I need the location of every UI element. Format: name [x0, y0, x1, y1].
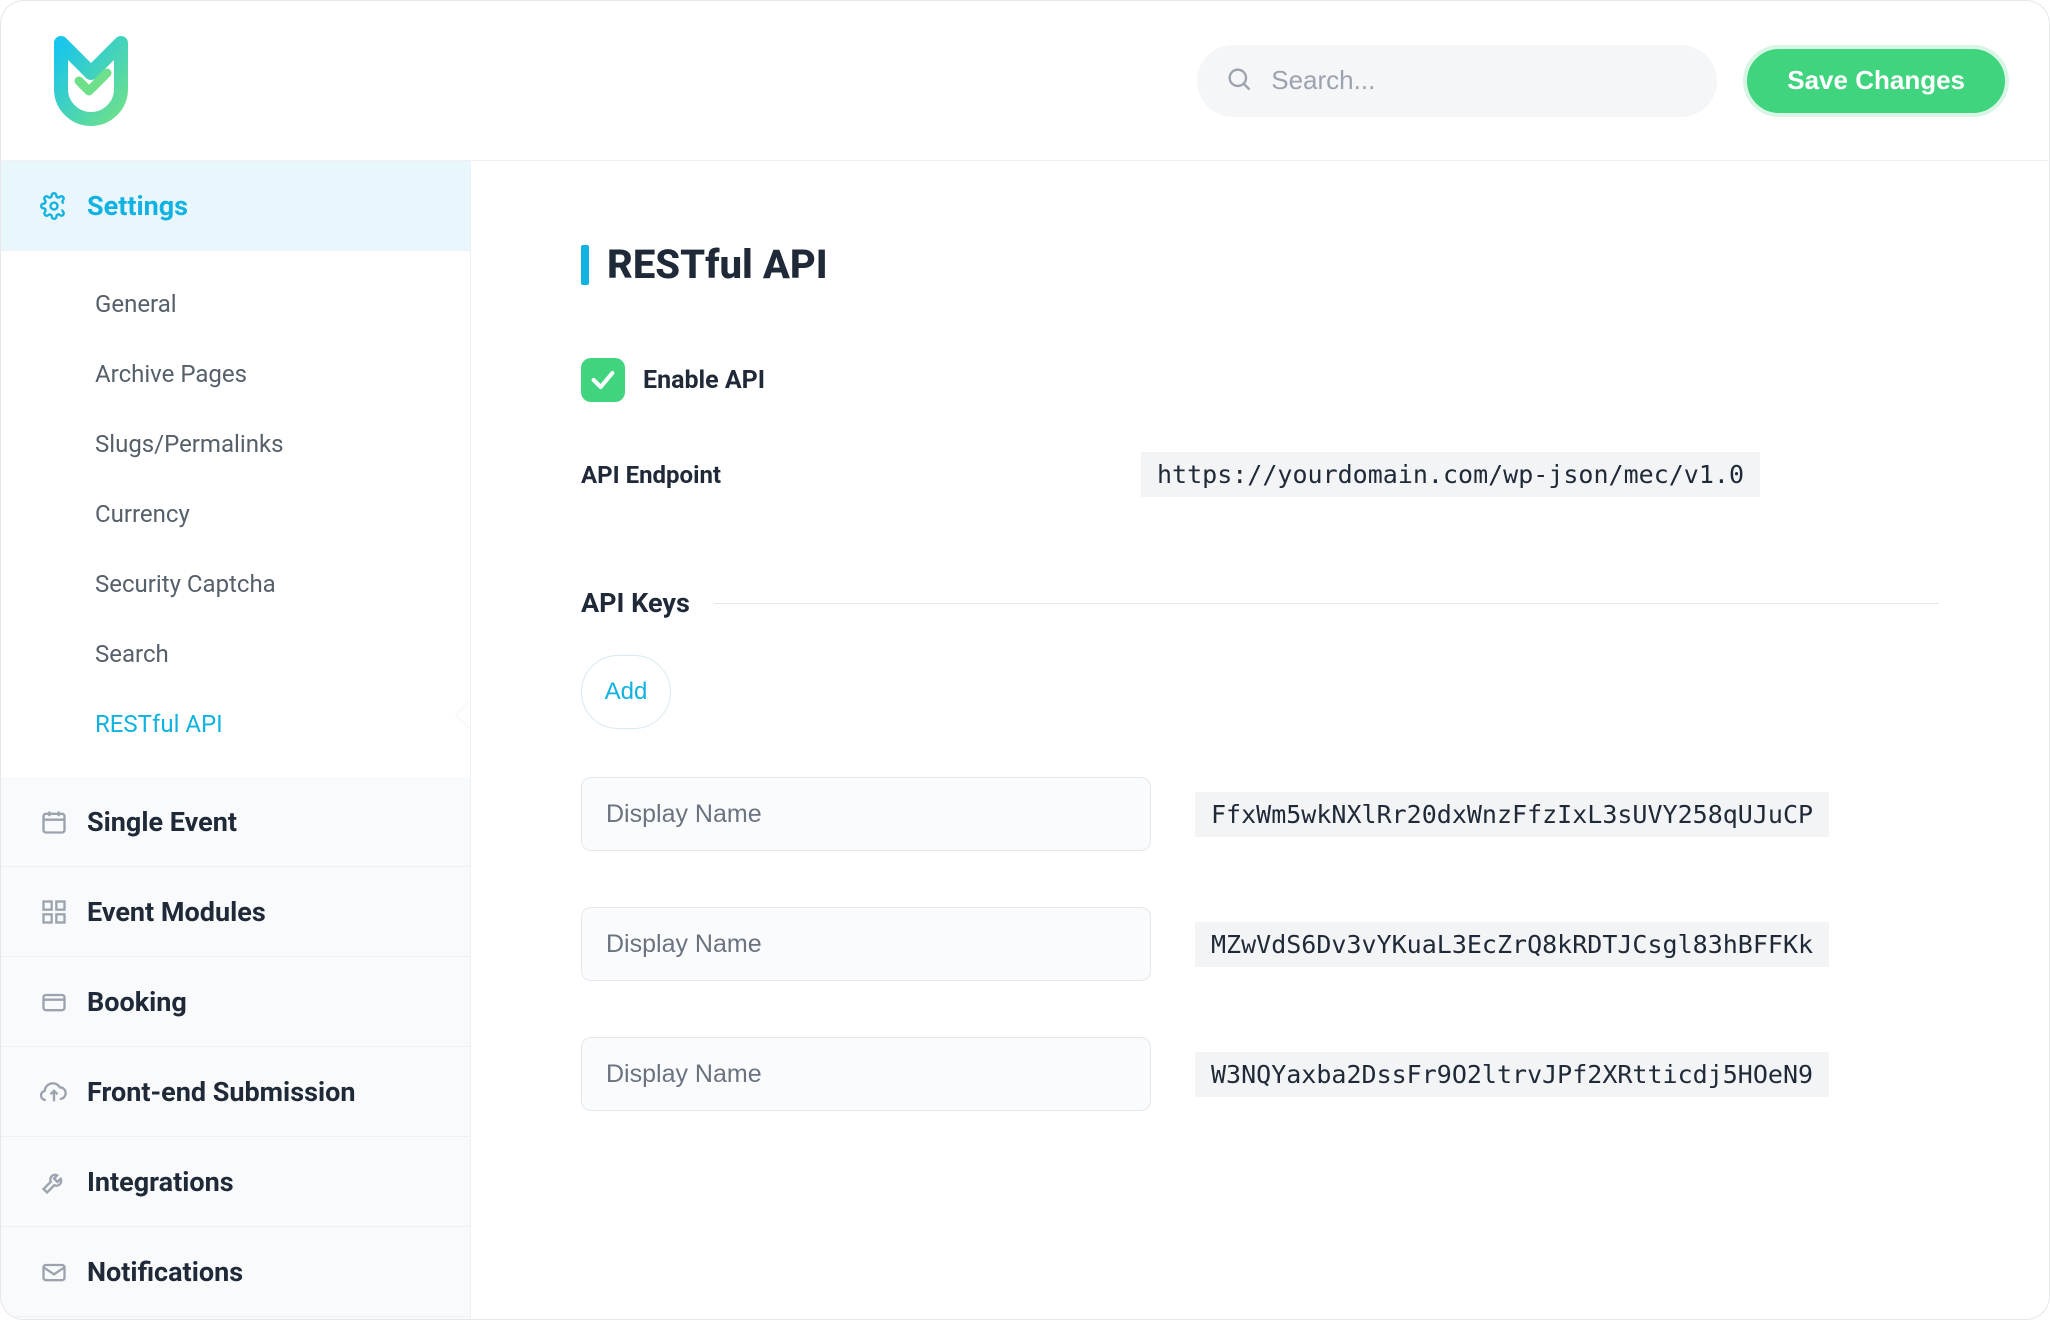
page-title: RESTful API: [581, 241, 1939, 288]
sidebar-section-notifications[interactable]: Notifications: [1, 1227, 470, 1317]
sidebar-section-label: Notifications: [87, 1256, 243, 1288]
sidebar-section-label: Settings: [87, 190, 188, 222]
sidebar-section-booking[interactable]: Booking: [1, 957, 470, 1047]
page-title-text: RESTful API: [607, 241, 828, 288]
calendar-icon: [39, 807, 69, 837]
sidebar-section-label: Single Event: [87, 806, 237, 838]
sidebar-section-label: Booking: [87, 986, 187, 1018]
enable-api-checkbox[interactable]: [581, 358, 625, 402]
api-key-value: MZwVdS6Dv3vYKuaL3EcZrQ8kRDTJCsgl83hBFFKk: [1195, 922, 1829, 967]
enable-api-label: Enable API: [643, 366, 765, 395]
mail-icon: [39, 1257, 69, 1287]
grid-icon: [39, 897, 69, 927]
api-keys-heading-text: API Keys: [581, 587, 690, 619]
divider-line: [714, 603, 1939, 604]
sidebar-section-label: Integrations: [87, 1166, 234, 1198]
add-key-button[interactable]: Add: [581, 655, 671, 729]
check-icon: [589, 366, 617, 394]
search-input[interactable]: [1271, 65, 1689, 96]
sidebar-section-label: Event Modules: [87, 896, 266, 928]
api-key-row: MZwVdS6Dv3vYKuaL3EcZrQ8kRDTJCsgl83hBFFKk: [581, 907, 1939, 981]
endpoint-row: API Endpoint https://yourdomain.com/wp-j…: [581, 452, 1939, 497]
sidebar: Settings General Archive Pages Slugs/Per…: [1, 161, 471, 1319]
sidebar-item-archive-pages[interactable]: Archive Pages: [1, 339, 470, 409]
sidebar-section-integrations[interactable]: Integrations: [1, 1137, 470, 1227]
title-accent-bar: [581, 245, 589, 285]
main-content: RESTful API Enable API API Endpoint http…: [471, 161, 2049, 1319]
gear-icon: [39, 191, 69, 221]
api-key-value: FfxWm5wkNXlRr20dxWnzFfzIxL3sUVY258qUJuCP: [1195, 792, 1829, 837]
sidebar-settings-submenu: General Archive Pages Slugs/Permalinks C…: [1, 251, 470, 777]
sidebar-item-general[interactable]: General: [1, 269, 470, 339]
sidebar-section-single-event[interactable]: Single Event: [1, 777, 470, 867]
save-changes-button[interactable]: Save Changes: [1743, 45, 2009, 117]
sidebar-section-frontend-submission[interactable]: Front-end Submission: [1, 1047, 470, 1137]
endpoint-value: https://yourdomain.com/wp-json/mec/v1.0: [1141, 452, 1760, 497]
app-frame: Save Changes Settings General Archive Pa…: [0, 0, 2050, 1320]
cloud-upload-icon: [39, 1077, 69, 1107]
wallet-icon: [39, 987, 69, 1017]
sidebar-section-settings[interactable]: Settings: [1, 161, 470, 251]
sidebar-item-security-captcha[interactable]: Security Captcha: [1, 549, 470, 619]
topbar: Save Changes: [1, 1, 2049, 161]
sidebar-item-currency[interactable]: Currency: [1, 479, 470, 549]
search-box[interactable]: [1197, 45, 1717, 117]
sidebar-item-restful-api[interactable]: RESTful API: [1, 689, 470, 759]
active-indicator-arrow: [457, 701, 471, 729]
search-icon: [1225, 65, 1253, 97]
api-key-name-input[interactable]: [581, 777, 1151, 851]
api-key-row: FfxWm5wkNXlRr20dxWnzFfzIxL3sUVY258qUJuCP: [581, 777, 1939, 851]
api-key-name-input[interactable]: [581, 907, 1151, 981]
endpoint-label: API Endpoint: [581, 461, 1141, 489]
sidebar-section-label: Front-end Submission: [87, 1076, 355, 1108]
api-keys-list: FfxWm5wkNXlRr20dxWnzFfzIxL3sUVY258qUJuCP…: [581, 777, 1939, 1111]
api-key-value: W3NQYaxba2DssFr9O2ltrvJPf2XRtticdj5HOeN9: [1195, 1052, 1829, 1097]
sidebar-section-event-modules[interactable]: Event Modules: [1, 867, 470, 957]
sidebar-item-search[interactable]: Search: [1, 619, 470, 689]
api-key-row: W3NQYaxba2DssFr9O2ltrvJPf2XRtticdj5HOeN9: [581, 1037, 1939, 1111]
wrench-icon: [39, 1167, 69, 1197]
app-logo: [41, 31, 141, 131]
api-key-name-input[interactable]: [581, 1037, 1151, 1111]
sidebar-item-slugs-permalinks[interactable]: Slugs/Permalinks: [1, 409, 470, 479]
api-keys-heading: API Keys: [581, 587, 1939, 619]
enable-api-row: Enable API: [581, 358, 1939, 402]
